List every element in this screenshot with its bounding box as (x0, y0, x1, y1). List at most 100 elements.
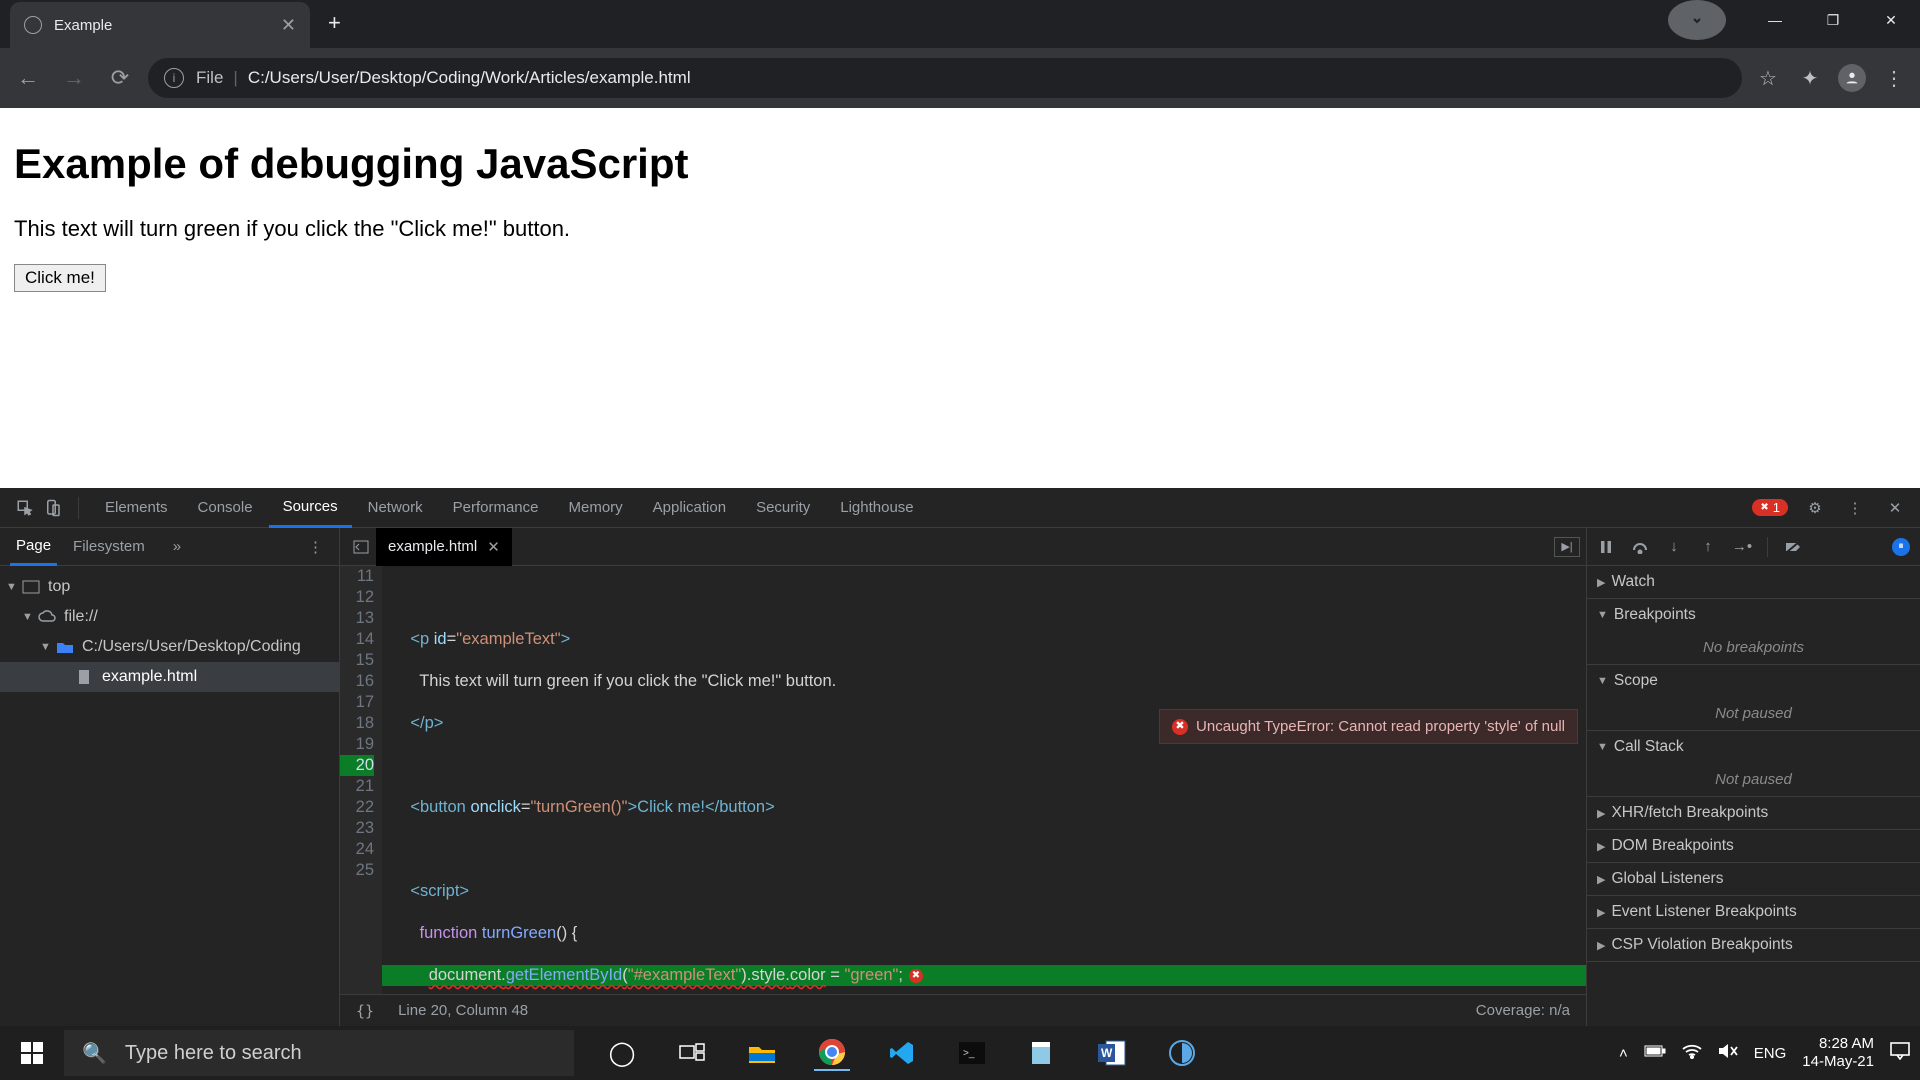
line-gutter: 111213141516171819202122232425 (340, 566, 382, 994)
file-explorer-icon[interactable] (744, 1035, 780, 1071)
close-tab-icon[interactable]: ✕ (281, 15, 296, 36)
devtools: Elements Console Sources Network Perform… (0, 488, 1920, 1026)
navigator-menu-icon[interactable]: ⋮ (302, 528, 329, 566)
url-separator: | (233, 68, 237, 88)
tab-console[interactable]: Console (184, 488, 267, 528)
scope-empty: Not paused (1587, 697, 1920, 730)
extensions-icon[interactable]: ✦ (1794, 62, 1826, 94)
vscode-icon[interactable] (884, 1035, 920, 1071)
run-snippet-icon[interactable]: ▶| (1554, 537, 1580, 557)
app-icon[interactable] (1164, 1035, 1200, 1071)
error-count-badge[interactable]: 1 (1752, 499, 1788, 516)
section-csp[interactable]: ▶CSP Violation Breakpoints (1587, 929, 1920, 961)
search-placeholder: Type here to search (125, 1042, 302, 1065)
section-dom[interactable]: ▶DOM Breakpoints (1587, 830, 1920, 862)
tab-sources[interactable]: Sources (269, 488, 352, 528)
tree-folder[interactable]: ▼C:/Users/User/Desktop/Coding (0, 632, 339, 662)
step-over-icon[interactable] (1631, 538, 1649, 556)
address-bar[interactable]: i File | C:/Users/User/Desktop/Coding/Wo… (148, 58, 1742, 98)
page-paragraph: This text will turn green if you click t… (14, 216, 1906, 242)
section-global[interactable]: ▶Global Listeners (1587, 863, 1920, 895)
clock[interactable]: 8:28 AM 14-May-21 (1802, 1035, 1874, 1071)
battery-icon[interactable] (1644, 1044, 1666, 1062)
terminal-icon[interactable]: >_ (954, 1035, 990, 1071)
profile-avatar[interactable] (1836, 62, 1868, 94)
minimize-button[interactable]: — (1746, 0, 1804, 40)
pause-icon[interactable] (1597, 538, 1615, 556)
new-tab-button[interactable]: + (328, 10, 341, 36)
kebab-menu-icon[interactable]: ⋮ (1878, 62, 1910, 94)
error-line-highlight: document.getElementById("#exampleText").… (382, 965, 1586, 986)
notepad-icon[interactable] (1024, 1035, 1060, 1071)
reload-button[interactable]: ⟳ (102, 60, 138, 96)
devtools-body: Page Filesystem » ⋮ ▼top ▼file:// ▼C:/Us… (0, 528, 1920, 1026)
back-button[interactable]: ← (10, 60, 46, 96)
tab-network[interactable]: Network (354, 488, 437, 528)
deactivate-breakpoints-icon[interactable] (1784, 538, 1802, 556)
inspect-element-icon[interactable] (12, 495, 38, 521)
code-area[interactable]: 111213141516171819202122232425 <p id="ex… (340, 566, 1586, 994)
pretty-print-icon[interactable]: {} (356, 1002, 374, 1020)
tab-lighthouse[interactable]: Lighthouse (826, 488, 927, 528)
window-controls: — ❐ ✕ (1668, 0, 1920, 40)
task-view-icon[interactable] (674, 1035, 710, 1071)
tree-top[interactable]: ▼top (0, 572, 339, 602)
svg-text:>_: >_ (963, 1048, 975, 1059)
bookmark-star-icon[interactable]: ☆ (1752, 62, 1784, 94)
address-bar-row: ← → ⟳ i File | C:/Users/User/Desktop/Cod… (0, 48, 1920, 108)
navigator-tab-page[interactable]: Page (10, 528, 57, 566)
error-icon: ✖ (1172, 719, 1188, 735)
taskbar-search[interactable]: 🔍 Type here to search (64, 1030, 574, 1076)
devtools-tabbar: Elements Console Sources Network Perform… (0, 488, 1920, 528)
page-heading: Example of debugging JavaScript (14, 140, 1906, 188)
profile-chevron-icon[interactable] (1668, 0, 1726, 40)
navigator-more-icon[interactable]: » (167, 528, 187, 566)
close-file-icon[interactable]: ✕ (487, 538, 500, 556)
section-breakpoints[interactable]: ▼Breakpoints (1587, 599, 1920, 631)
chrome-icon[interactable] (814, 1035, 850, 1071)
step-out-icon[interactable]: ↑ (1699, 538, 1717, 556)
tab-security[interactable]: Security (742, 488, 824, 528)
settings-gear-icon[interactable]: ⚙ (1802, 495, 1828, 521)
close-window-button[interactable]: ✕ (1862, 0, 1920, 40)
code-lines: <p id="exampleText"> This text will turn… (382, 566, 1586, 994)
browser-tab[interactable]: Example ✕ (10, 2, 310, 48)
breakpoints-empty: No breakpoints (1587, 631, 1920, 664)
step-icon[interactable]: →• (1733, 538, 1751, 556)
tree-scheme[interactable]: ▼file:// (0, 602, 339, 632)
section-event[interactable]: ▶Event Listener Breakpoints (1587, 896, 1920, 928)
maximize-button[interactable]: ❐ (1804, 0, 1862, 40)
history-nav-icon[interactable] (346, 532, 376, 562)
file-tab-example[interactable]: example.html✕ (376, 528, 512, 566)
devtools-close-icon[interactable]: ✕ (1882, 495, 1908, 521)
click-me-button[interactable]: Click me! (14, 264, 106, 292)
url-path: C:/Users/User/Desktop/Coding/Work/Articl… (248, 68, 691, 88)
section-callstack[interactable]: ▼Call Stack (1587, 731, 1920, 763)
devtools-menu-icon[interactable]: ⋮ (1842, 495, 1868, 521)
forward-button[interactable]: → (56, 60, 92, 96)
notifications-icon[interactable] (1890, 1042, 1910, 1064)
pause-on-exceptions-icon[interactable]: ⏸ (1892, 538, 1910, 556)
section-xhr[interactable]: ▶XHR/fetch Breakpoints (1587, 797, 1920, 829)
sources-editor: example.html✕ ▶| 11121314151617181920212… (340, 528, 1586, 1026)
inline-error-icon[interactable]: ✖ (909, 969, 923, 983)
volume-icon[interactable] (1718, 1043, 1738, 1063)
callstack-empty: Not paused (1587, 763, 1920, 796)
device-toggle-icon[interactable] (40, 495, 66, 521)
tree-file-example[interactable]: example.html (0, 662, 339, 692)
language-indicator[interactable]: ENG (1754, 1045, 1787, 1062)
site-info-icon[interactable]: i (164, 68, 184, 88)
word-icon[interactable]: W (1094, 1035, 1130, 1071)
tray-chevron-icon[interactable]: ˄ (1619, 1045, 1628, 1062)
start-button[interactable] (0, 1026, 64, 1080)
cortana-icon[interactable]: ◯ (604, 1035, 640, 1071)
tab-memory[interactable]: Memory (555, 488, 637, 528)
step-into-icon[interactable]: ↓ (1665, 538, 1683, 556)
wifi-icon[interactable] (1682, 1043, 1702, 1063)
tab-performance[interactable]: Performance (439, 488, 553, 528)
section-scope[interactable]: ▼Scope (1587, 665, 1920, 697)
tab-application[interactable]: Application (639, 488, 740, 528)
section-watch[interactable]: ▶Watch (1587, 566, 1920, 598)
navigator-tab-filesystem[interactable]: Filesystem (67, 528, 151, 566)
tab-elements[interactable]: Elements (91, 488, 182, 528)
